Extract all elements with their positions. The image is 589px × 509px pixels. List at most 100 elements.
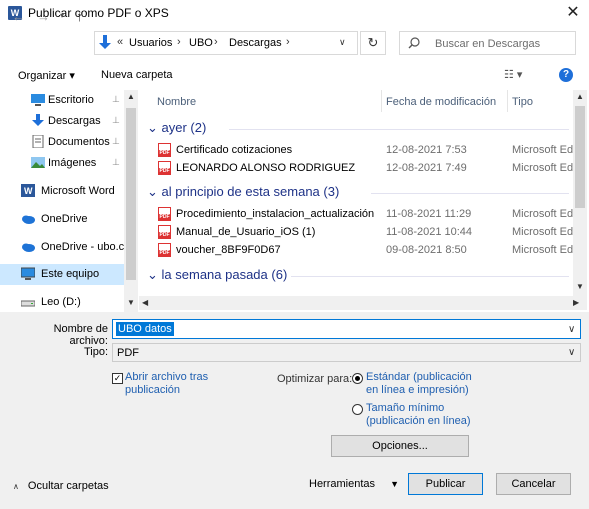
file-date: 11-08-2021 10:44 [386,226,473,238]
refresh-button[interactable]: ↻ [360,31,386,55]
column-header-name[interactable]: Nombre [157,96,196,108]
scroll-right-icon[interactable]: ▶ [573,298,579,307]
publish-button[interactable]: Publicar [408,473,483,495]
optimize-minimum-radio[interactable] [352,404,363,415]
address-dropdown-icon[interactable]: ∨ [339,37,346,48]
sidebar-item-este-equipo[interactable]: Este equipo [0,264,124,285]
open-after-checkbox[interactable]: ✓ [112,373,123,384]
breadcrumb-separator[interactable]: › [177,36,181,48]
hide-folders-button[interactable]: ∧ Ocultar carpetas [13,480,109,492]
search-icon [408,37,420,49]
sidebar-item-label: Documentos [48,136,110,148]
sidebar-item-descargas[interactable]: Descargas ⊥ [0,111,124,132]
open-after-label[interactable]: Abrir archivo tras publicación [125,371,235,397]
group-divider [291,276,569,277]
pdf-file-icon [158,243,171,257]
file-row[interactable]: Manual_de_Usuario_iOS (1) 11-08-2021 10:… [139,223,575,241]
filename-dropdown-icon[interactable]: ∨ [568,324,575,335]
sidebar-scroll-thumb[interactable] [126,108,136,280]
sidebar-item-label: Este equipo [41,268,100,280]
scroll-down-icon[interactable]: ▼ [127,298,135,307]
file-type: Microsoft Ed [512,208,574,220]
file-row[interactable]: Procedimiento_instalacion_actualización.… [139,205,575,223]
breadcrumb-usuarios[interactable]: Usuarios [129,37,172,49]
breadcrumb-separator[interactable]: › [214,36,218,48]
sidebar-item-drive-d[interactable]: Leo (D:) [0,292,124,313]
pdf-file-icon [158,225,171,239]
file-date: 09-08-2021 8:50 [386,244,467,256]
chevron-down-icon: ⌄ [147,184,158,199]
column-divider[interactable] [381,90,382,112]
filetype-value: PDF [117,347,139,359]
file-name: Procedimiento_instalacion_actualización.… [176,208,374,220]
sidebar-item-imagenes[interactable]: Imágenes ⊥ [0,153,124,174]
file-row[interactable]: LEONARDO ALONSO RODRIGUEZ 12-08-2021 7:4… [139,159,575,177]
documents-icon [32,135,44,148]
title-bar: W Publicar como PDF o XPS ✕ [0,0,589,26]
file-name: voucher_8BF9F0D67 [176,244,281,256]
filename-input[interactable]: UBO datos ∨ [112,319,581,339]
search-input[interactable]: Buscar en Descargas [399,31,576,55]
group-header-esta-semana[interactable]: ⌄ al principio de esta semana (3) [147,184,339,200]
scroll-up-icon[interactable]: ▲ [127,92,135,101]
optimize-minimum-label[interactable]: Tamaño mínimo (publicación en línea) [366,402,486,428]
onedrive-icon [22,215,35,224]
group-divider [371,193,569,194]
file-name: Certificado cotizaciones [176,144,293,156]
new-folder-button[interactable]: Nueva carpeta [101,69,173,81]
filetype-select[interactable]: PDF ∨ [112,343,581,362]
sidebar-item-microsoft-word[interactable]: W Microsoft Word [0,181,124,202]
column-header-type[interactable]: Tipo [512,96,533,108]
forward-button[interactable]: → [37,9,50,24]
breadcrumb-descargas[interactable]: Descargas [229,37,282,49]
options-button[interactable]: Opciones... [331,435,469,457]
scroll-up-icon[interactable]: ▲ [576,92,584,101]
file-list-horizontal-scrollbar[interactable]: ◀ ▶ [139,296,587,310]
hide-folders-label: Ocultar carpetas [27,480,109,492]
file-list: Nombre Fecha de modificación Tipo ⌄ ayer… [139,90,575,296]
group-header-ayer[interactable]: ⌄ ayer (2) [147,120,206,136]
help-icon[interactable]: ? [559,68,573,82]
recent-locations-chevron-icon[interactable]: ▾ [60,11,64,20]
breadcrumb-overflow[interactable]: « [117,36,123,48]
sidebar-item-documentos[interactable]: Documentos ⊥ [0,132,124,153]
sidebar-item-label: Escritorio [48,94,94,106]
sidebar-item-onedrive-ubo[interactable]: OneDrive - ubo.cl [0,237,127,258]
chevron-up-icon: ∧ [13,482,19,491]
file-row[interactable]: Certificado cotizaciones 12-08-2021 7:53… [139,141,575,159]
navigation-pane: Escritorio ⊥ Descargas ⊥ Documentos ⊥ Im… [0,90,138,312]
pin-icon: ⊥ [112,115,120,125]
filetype-dropdown-icon[interactable]: ∨ [568,347,575,358]
breadcrumb-ubo[interactable]: UBO [189,37,213,49]
optimize-standard-label[interactable]: Estándar (publicación en línea e impresi… [366,371,486,397]
search-placeholder: Buscar en Descargas [435,38,541,50]
column-divider[interactable] [507,90,508,112]
tools-button[interactable]: Herramientas ▼ [309,478,399,490]
column-header-date[interactable]: Fecha de modificación [386,96,496,108]
organize-button[interactable]: Organizar ▾ [18,69,75,82]
breadcrumb-separator[interactable]: › [286,36,290,48]
group-label: al principio de esta semana (3) [161,184,340,199]
file-type: Microsoft Ed [512,144,574,156]
up-button[interactable]: ↑ [76,8,83,24]
scroll-down-icon[interactable]: ▼ [576,282,584,291]
scroll-left-icon[interactable]: ◀ [142,298,148,307]
group-divider [229,129,569,130]
sidebar-item-onedrive[interactable]: OneDrive [0,209,124,230]
file-row[interactable]: voucher_8BF9F0D67 09-08-2021 8:50 Micros… [139,241,575,259]
filename-label: Nombre de archivo: [53,323,108,347]
view-options-button[interactable]: ☷ ▾ [504,68,522,81]
file-list-scroll-thumb[interactable] [575,106,585,208]
group-header-semana-pasada[interactable]: ⌄ la semana pasada (6) [147,267,287,283]
file-type: Microsoft Ed [512,244,574,256]
close-button[interactable]: ✕ [560,2,586,24]
sidebar-item-escritorio[interactable]: Escritorio ⊥ [0,90,124,111]
optimize-standard-radio[interactable] [352,373,363,384]
address-bar[interactable]: « Usuarios › UBO › Descargas › ∨ [94,31,358,55]
cancel-button[interactable]: Cancelar [496,473,571,495]
drive-icon [21,300,35,307]
group-label: la semana pasada (6) [161,267,288,282]
back-button[interactable]: ← [12,9,25,24]
downloads-icon [32,114,44,126]
pdf-file-icon [158,143,171,157]
